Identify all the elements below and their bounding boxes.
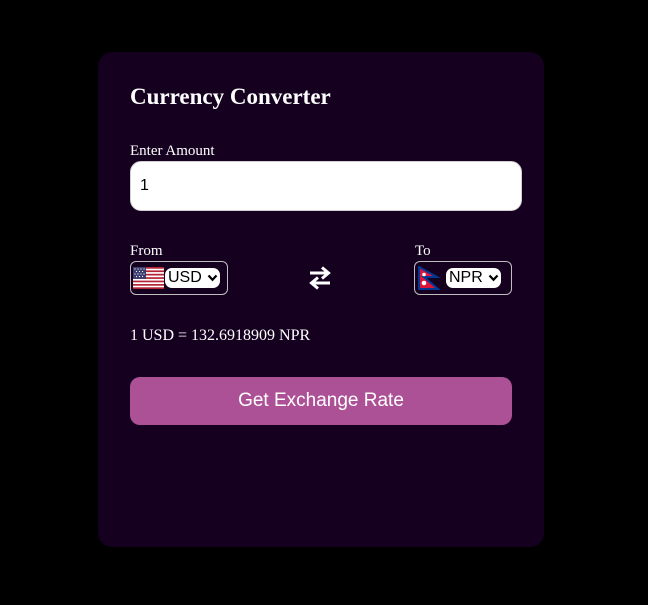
to-currency-container: NPR — [414, 261, 512, 295]
page-title: Currency Converter — [130, 84, 331, 109]
to-label: To — [415, 243, 431, 259]
chevron-down-icon — [488, 274, 499, 282]
from-currency-select[interactable]: USD — [165, 268, 220, 288]
chevron-down-icon — [207, 274, 218, 282]
exchange-rate-result: 1 USD = 132.6918909 NPR — [130, 327, 311, 344]
converter-card: Currency Converter Enter Amount From USD — [98, 52, 544, 547]
swap-arrows-icon[interactable] — [307, 264, 333, 292]
nepal-flag-icon — [418, 266, 441, 290]
us-flag-icon — [133, 267, 164, 289]
get-exchange-rate-button[interactable]: Get Exchange Rate — [130, 377, 512, 425]
amount-input[interactable] — [130, 161, 522, 211]
from-currency-value: USD — [168, 269, 202, 286]
from-currency-container: USD — [130, 261, 228, 295]
to-currency-value: NPR — [449, 269, 483, 286]
to-currency-select[interactable]: NPR — [446, 268, 501, 288]
amount-label: Enter Amount — [130, 143, 215, 159]
from-label: From — [130, 243, 163, 259]
